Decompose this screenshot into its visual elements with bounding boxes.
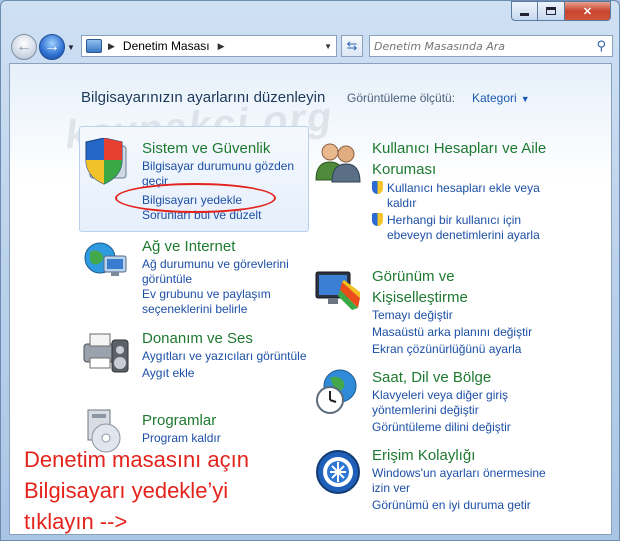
programs-block: Programlar Program kaldır: [142, 410, 312, 446]
link-add-remove-accounts[interactable]: Kullanıcı hesapları ekle veya kaldır: [372, 181, 552, 211]
back-arrow-icon: ←: [16, 38, 32, 55]
breadcrumb-separator-icon[interactable]: ▶: [108, 41, 115, 52]
maximize-icon: [546, 7, 556, 15]
link-optimize-display[interactable]: Görünümü en iyi duruma getir: [372, 498, 552, 513]
forward-button[interactable]: →: [39, 34, 65, 60]
link-parental-controls[interactable]: Herhangi bir kullanıcı için ebeveyn dene…: [372, 213, 552, 243]
link-network-status[interactable]: Ağ durumunu ve görevlerini görüntüle: [142, 257, 312, 287]
link-desktop-background[interactable]: Masaüstü arka planını değiştir: [372, 325, 552, 340]
navigation-bar: ← → ▼ ▶ Denetim Masası ▶ ▼ ⇆ ⚲: [1, 31, 619, 63]
view-by-label: Görüntüleme ölçütü:: [347, 91, 456, 105]
close-button[interactable]: ✕: [565, 1, 611, 21]
search-box[interactable]: ⚲: [369, 35, 613, 57]
shield-pc-icon: [85, 138, 127, 185]
highlight-oval: [115, 183, 276, 213]
close-icon: ✕: [582, 5, 593, 18]
link-keyboards[interactable]: Klavyeleri veya diğer giriş yöntemlerini…: [372, 388, 552, 418]
link-homegroup[interactable]: Ev grubunu ve paylaşım seçeneklerini bel…: [142, 287, 312, 317]
caption-buttons: ✕: [511, 1, 611, 21]
window-frame: ✕ ← → ▼ ▶ Denetim Masası ▶ ▼ ⇆ ⚲ kaynakc…: [0, 0, 620, 541]
control-panel-icon: [86, 39, 102, 53]
refresh-button[interactable]: ⇆: [341, 35, 363, 57]
network-globe-icon: [84, 242, 127, 276]
minimize-icon: [520, 12, 529, 16]
clock-globe-icon: [316, 369, 357, 414]
view-by-value: Kategori: [472, 91, 517, 105]
minimize-button[interactable]: [511, 1, 538, 21]
breadcrumb-separator-icon[interactable]: ▶: [218, 41, 225, 52]
category-title-ease-of-access[interactable]: Erişim Kolaylığı: [372, 445, 552, 466]
link-parental-controls-label: Herhangi bir kullanıcı için ebeveyn dene…: [387, 213, 540, 242]
back-button[interactable]: ←: [11, 34, 37, 60]
category-title-hardware[interactable]: Donanım ve Ses: [142, 328, 312, 349]
chevron-down-icon: ▼: [67, 43, 75, 52]
link-add-remove-accounts-label: Kullanıcı hesapları ekle veya kaldır: [387, 181, 540, 210]
category-title-appearance[interactable]: Görünüm ve Kişiselleştirme: [372, 266, 552, 308]
breadcrumb-control-panel[interactable]: Denetim Masası: [123, 39, 210, 53]
address-bar[interactable]: ▶ Denetim Masası ▶ ▼: [81, 35, 337, 57]
category-title-system-security[interactable]: Sistem ve Güvenlik: [142, 138, 312, 159]
printer-speaker-icon: [83, 333, 129, 373]
forward-arrow-icon: →: [44, 38, 60, 55]
network-block: Ağ ve Internet Ağ durumunu ve görevlerin…: [142, 236, 312, 317]
search-input[interactable]: [374, 39, 574, 53]
chevron-down-icon: ▼: [520, 94, 530, 104]
users-icon: [315, 143, 361, 183]
category-title-network[interactable]: Ağ ve Internet: [142, 236, 312, 257]
category-title-programs[interactable]: Programlar: [142, 410, 312, 431]
recent-pages-dropdown[interactable]: ▼: [67, 43, 75, 52]
appearance-block: Görünüm ve Kişiselleştirme Temayı değişt…: [372, 266, 552, 357]
link-add-device[interactable]: Aygıt ekle: [142, 366, 312, 381]
annotation-line-1: Denetim masasını açın: [24, 447, 249, 472]
maximize-button[interactable]: [538, 1, 565, 21]
view-by-dropdown[interactable]: Kategori ▼: [472, 91, 530, 105]
link-devices-printers[interactable]: Aygıtları ve yazıcıları görüntüle: [142, 349, 312, 364]
user-accounts-block: Kullanıcı Hesapları ve Aile Koruması Kul…: [372, 138, 552, 243]
tutorial-annotation: Denetim masasını açın Bilgisayarı yedekl…: [24, 444, 304, 534]
search-icon[interactable]: ⚲: [596, 39, 606, 54]
link-get-recommendations[interactable]: Windows'un ayarları önermesine izin ver: [372, 466, 552, 496]
category-title-user-accounts[interactable]: Kullanıcı Hesapları ve Aile Koruması: [372, 138, 552, 180]
category-title-clock[interactable]: Saat, Dil ve Bölge: [372, 367, 552, 388]
annotation-line-2: Bilgisayarı yedekle’yi: [24, 478, 229, 503]
page-title: Bilgisayarınızın ayarlarını düzenleyin: [81, 89, 326, 106]
hardware-block: Donanım ve Ses Aygıtları ve yazıcıları g…: [142, 328, 312, 381]
refresh-icon: ⇆: [346, 38, 358, 53]
uac-shield-icon: [372, 213, 383, 226]
link-screen-resolution[interactable]: Ekran çözünürlüğünü ayarla: [372, 342, 552, 357]
annotation-line-3: tıklayın -->: [24, 509, 128, 534]
ease-of-access-block: Erişim Kolaylığı Windows'un ayarları öne…: [372, 445, 552, 513]
link-change-theme[interactable]: Temayı değiştir: [372, 308, 552, 323]
content-pane: kaynakci.org Bilgisayarınızın ayarlarını…: [9, 63, 612, 535]
address-dropdown-icon[interactable]: ▼: [324, 42, 332, 51]
link-display-language[interactable]: Görüntüleme dilini değiştir: [372, 420, 552, 435]
monitor-palette-icon: [315, 271, 360, 310]
ease-of-access-icon: [316, 450, 360, 494]
uac-shield-icon: [372, 181, 383, 194]
clock-block: Saat, Dil ve Bölge Klavyeleri veya diğer…: [372, 367, 552, 435]
